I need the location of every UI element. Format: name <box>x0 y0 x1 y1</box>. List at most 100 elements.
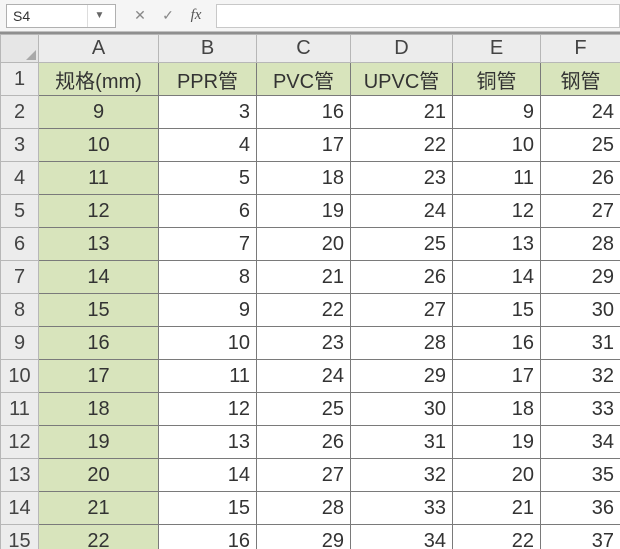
cell[interactable]: 20 <box>453 459 541 492</box>
cell[interactable]: 10 <box>159 327 257 360</box>
cell[interactable]: 23 <box>257 327 351 360</box>
cell[interactable]: 34 <box>541 426 620 459</box>
cell[interactable]: 25 <box>257 393 351 426</box>
name-box[interactable]: ▼ <box>6 4 116 28</box>
row-header[interactable]: 5 <box>1 195 39 228</box>
confirm-icon[interactable]: ✓ <box>154 4 182 28</box>
cell[interactable]: 24 <box>541 96 620 129</box>
cell[interactable]: 15 <box>453 294 541 327</box>
cell[interactable]: 17 <box>39 360 159 393</box>
cell[interactable]: 16 <box>39 327 159 360</box>
cell[interactable]: 21 <box>257 261 351 294</box>
col-header-D[interactable]: D <box>351 35 453 63</box>
col-header-F[interactable]: F <box>541 35 620 63</box>
cell[interactable]: 35 <box>541 459 620 492</box>
cell[interactable]: 37 <box>541 525 620 549</box>
cell[interactable]: 28 <box>351 327 453 360</box>
cell[interactable]: 28 <box>541 228 620 261</box>
row-header[interactable]: 12 <box>1 426 39 459</box>
cell[interactable]: 11 <box>453 162 541 195</box>
cell[interactable]: 14 <box>159 459 257 492</box>
cell[interactable]: 5 <box>159 162 257 195</box>
cell[interactable]: 19 <box>257 195 351 228</box>
cell[interactable]: 25 <box>351 228 453 261</box>
cell[interactable]: 16 <box>257 96 351 129</box>
select-all-corner[interactable] <box>1 35 39 63</box>
cell[interactable]: 13 <box>453 228 541 261</box>
col-header-A[interactable]: A <box>39 35 159 63</box>
row-header[interactable]: 6 <box>1 228 39 261</box>
cell[interactable]: 18 <box>257 162 351 195</box>
cell[interactable]: 铜管 <box>453 63 541 96</box>
cell[interactable]: 26 <box>541 162 620 195</box>
row-header[interactable]: 2 <box>1 96 39 129</box>
cell[interactable]: 钢管 <box>541 63 620 96</box>
cell[interactable]: 24 <box>257 360 351 393</box>
cell[interactable]: 27 <box>351 294 453 327</box>
cancel-icon[interactable]: ✕ <box>126 4 154 28</box>
cell[interactable]: 16 <box>159 525 257 549</box>
row-header[interactable]: 9 <box>1 327 39 360</box>
cell[interactable]: 20 <box>39 459 159 492</box>
cell[interactable]: 4 <box>159 129 257 162</box>
cell[interactable]: 10 <box>453 129 541 162</box>
cell[interactable]: 3 <box>159 96 257 129</box>
cell[interactable]: 11 <box>39 162 159 195</box>
cell[interactable]: 33 <box>351 492 453 525</box>
cell[interactable]: 7 <box>159 228 257 261</box>
cell[interactable]: 13 <box>159 426 257 459</box>
row-header[interactable]: 8 <box>1 294 39 327</box>
cell[interactable]: 20 <box>257 228 351 261</box>
cell[interactable]: 24 <box>351 195 453 228</box>
cell[interactable]: 22 <box>453 525 541 549</box>
cell[interactable]: 23 <box>351 162 453 195</box>
cell[interactable]: 12 <box>159 393 257 426</box>
cell[interactable]: 26 <box>351 261 453 294</box>
cell[interactable]: 规格(mm) <box>39 63 159 96</box>
cell[interactable]: PVC管 <box>257 63 351 96</box>
cell[interactable]: 9 <box>39 96 159 129</box>
row-header[interactable]: 14 <box>1 492 39 525</box>
cell[interactable]: 21 <box>351 96 453 129</box>
name-box-input[interactable] <box>7 5 87 27</box>
cell[interactable]: 22 <box>39 525 159 549</box>
cell[interactable]: 17 <box>453 360 541 393</box>
fx-icon[interactable]: fx <box>182 4 210 28</box>
cell[interactable]: UPVC管 <box>351 63 453 96</box>
cell[interactable]: 36 <box>541 492 620 525</box>
cell[interactable]: 9 <box>453 96 541 129</box>
cell[interactable]: 26 <box>257 426 351 459</box>
cell[interactable]: 14 <box>39 261 159 294</box>
cell[interactable]: 8 <box>159 261 257 294</box>
cell[interactable]: 30 <box>541 294 620 327</box>
cell[interactable]: 18 <box>39 393 159 426</box>
cell[interactable]: 27 <box>541 195 620 228</box>
cell[interactable]: 22 <box>351 129 453 162</box>
cell[interactable]: 29 <box>541 261 620 294</box>
cell[interactable]: 29 <box>257 525 351 549</box>
cell[interactable]: 28 <box>257 492 351 525</box>
col-header-C[interactable]: C <box>257 35 351 63</box>
cell[interactable]: 12 <box>453 195 541 228</box>
row-header[interactable]: 15 <box>1 525 39 549</box>
cell[interactable]: 18 <box>453 393 541 426</box>
row-header[interactable]: 13 <box>1 459 39 492</box>
cell[interactable]: 16 <box>453 327 541 360</box>
row-header[interactable]: 11 <box>1 393 39 426</box>
cell[interactable]: 29 <box>351 360 453 393</box>
cell[interactable]: 21 <box>39 492 159 525</box>
cell[interactable]: 19 <box>39 426 159 459</box>
cell[interactable]: 12 <box>39 195 159 228</box>
col-header-B[interactable]: B <box>159 35 257 63</box>
cell[interactable]: 14 <box>453 261 541 294</box>
cell[interactable]: PPR管 <box>159 63 257 96</box>
cell[interactable]: 15 <box>39 294 159 327</box>
cell[interactable]: 32 <box>351 459 453 492</box>
cell[interactable]: 11 <box>159 360 257 393</box>
cell[interactable]: 13 <box>39 228 159 261</box>
cell[interactable]: 6 <box>159 195 257 228</box>
cell[interactable]: 30 <box>351 393 453 426</box>
formula-input[interactable] <box>216 4 620 28</box>
chevron-down-icon[interactable]: ▼ <box>87 5 111 27</box>
cell[interactable]: 19 <box>453 426 541 459</box>
